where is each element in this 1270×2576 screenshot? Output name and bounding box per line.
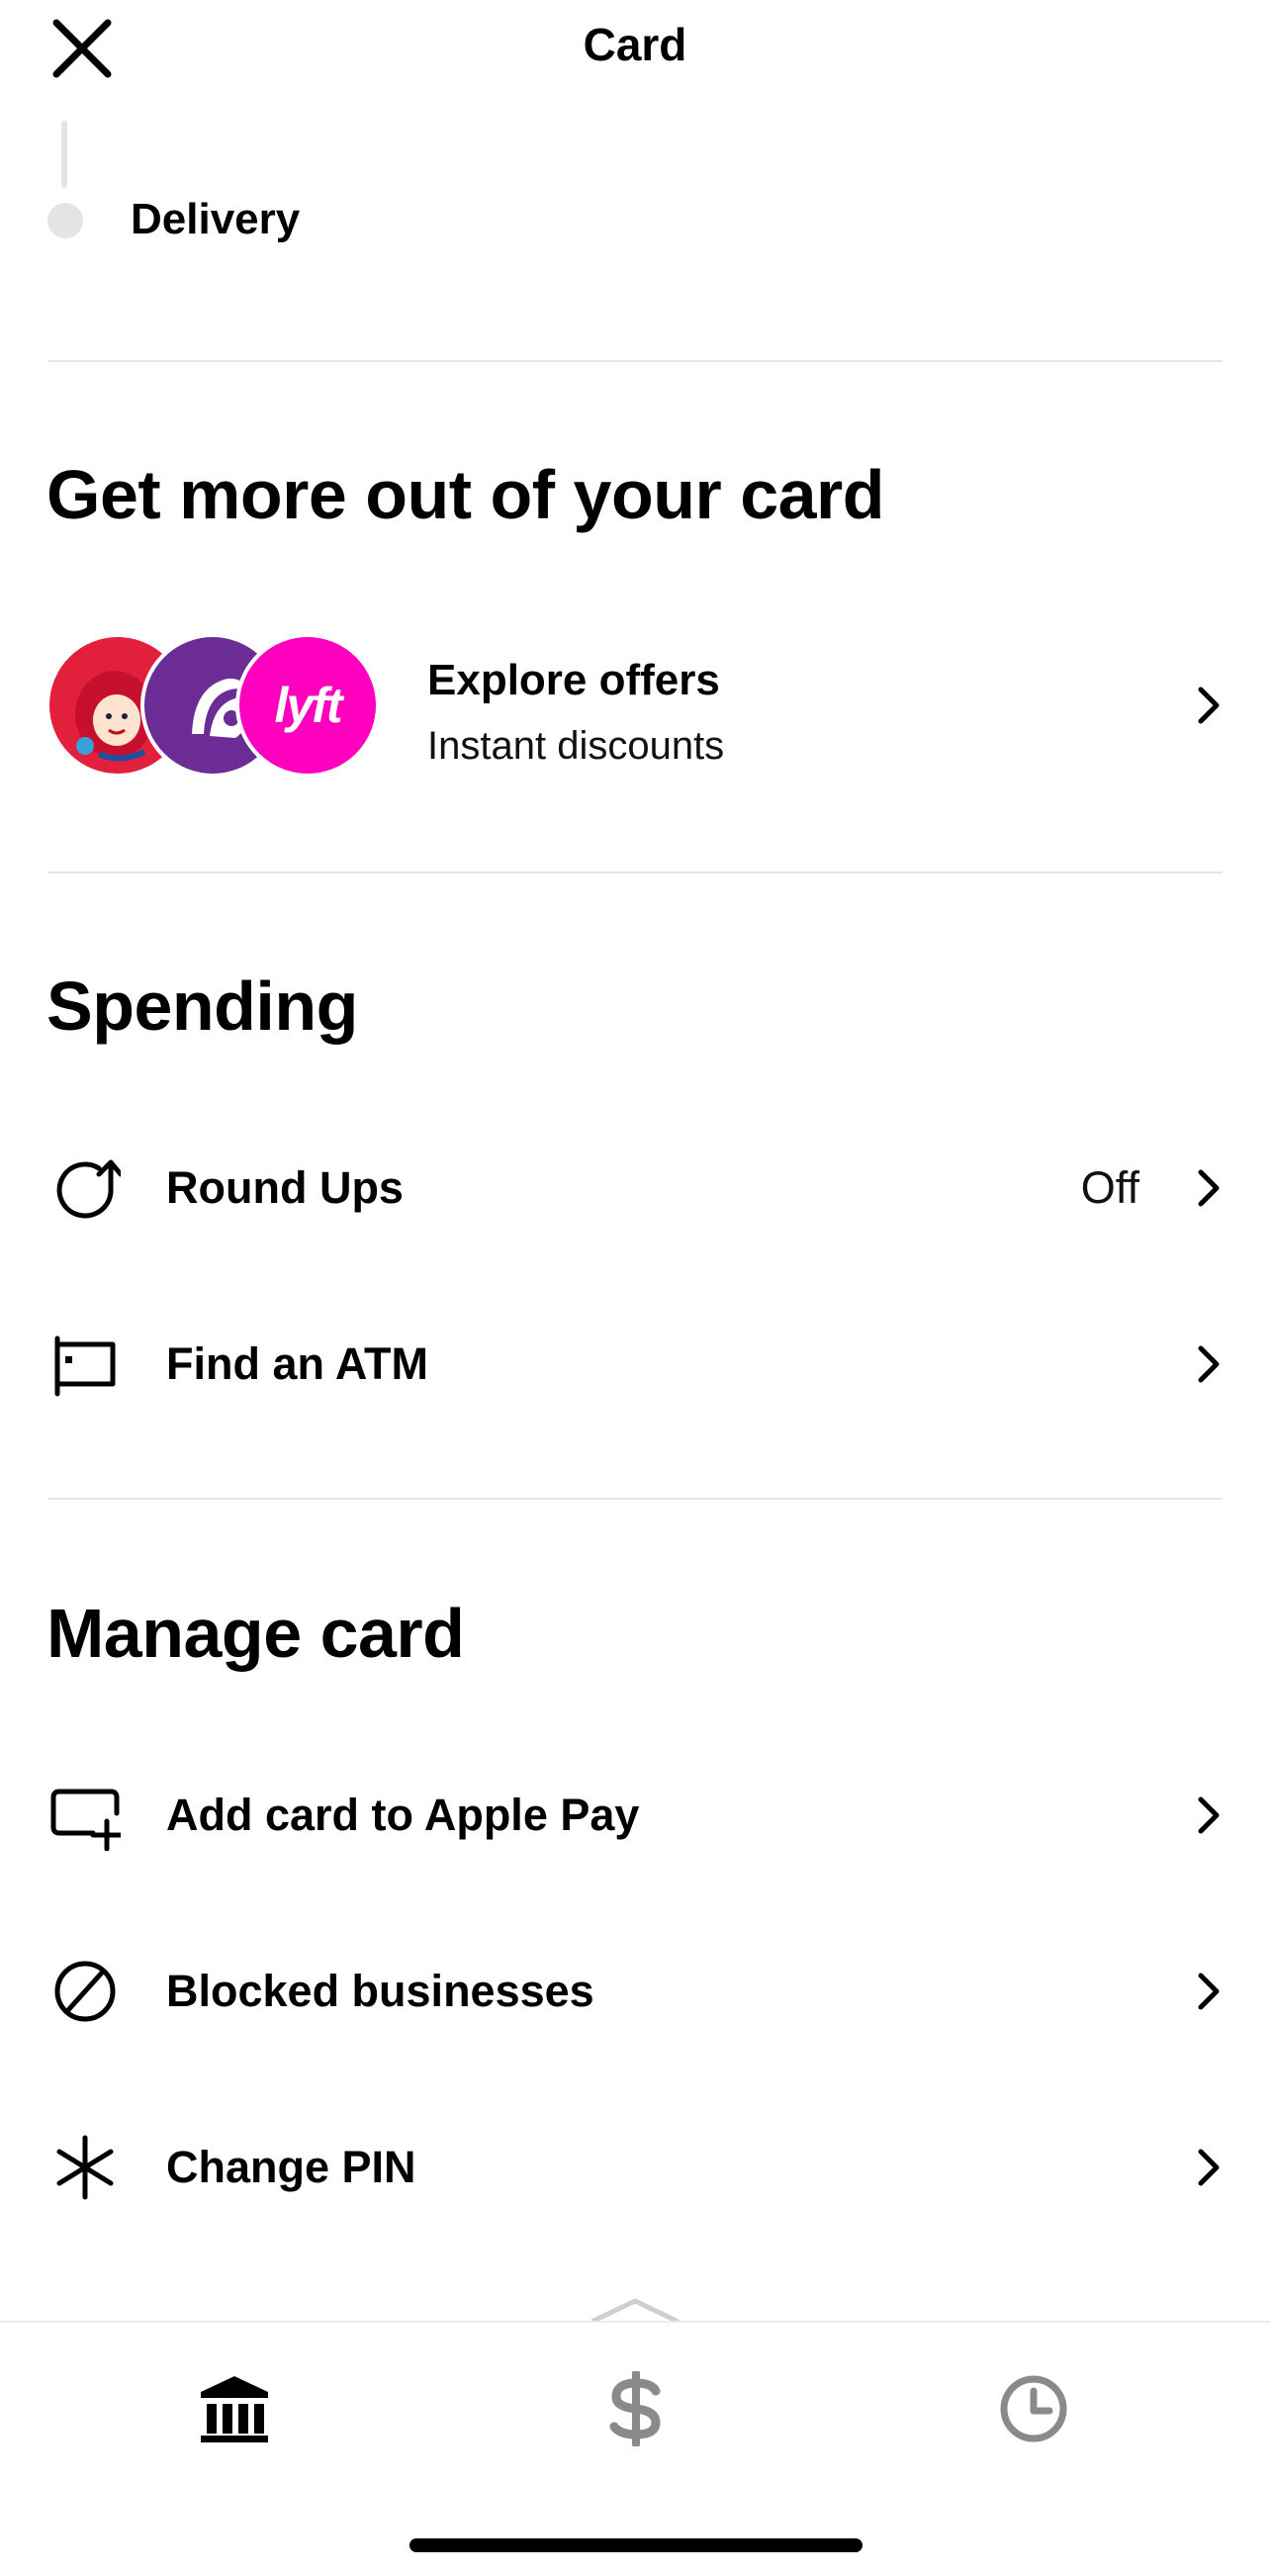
tab-payments[interactable]: [572, 2354, 700, 2463]
atm-icon: [54, 1335, 116, 1397]
tab-activity[interactable]: [969, 2354, 1098, 2463]
tab-bar-divider: [0, 2321, 1270, 2323]
explore-offers-row[interactable]: lyft Explore offers Instant discounts: [0, 611, 1270, 799]
home-indicator: [409, 2538, 862, 2552]
bank-icon: [201, 2376, 268, 2442]
find-atm-row[interactable]: Find an ATM: [0, 1290, 1270, 1438]
blocked-businesses-label: Blocked businesses: [166, 1966, 594, 2016]
chevron-right-icon: [1198, 1345, 1220, 1383]
round-ups-row[interactable]: Round Ups Off: [0, 1114, 1270, 1262]
page-title: Card: [583, 19, 687, 70]
status-step-label: Delivery: [131, 195, 301, 243]
change-pin-row[interactable]: Change PIN: [0, 2093, 1270, 2242]
chevron-right-icon: [1198, 2149, 1220, 2186]
round-ups-icon: [56, 1159, 121, 1219]
chevron-right-icon: [1198, 1796, 1220, 1834]
round-ups-label: Round Ups: [166, 1162, 404, 1213]
clock-icon: [1000, 2375, 1067, 2442]
sheet-peek-icon[interactable]: [590, 2295, 680, 2323]
divider: [47, 360, 1223, 362]
divider: [47, 872, 1223, 874]
status-step-line: [61, 121, 67, 188]
spending-section-title: Spending: [46, 967, 358, 1045]
find-atm-label: Find an ATM: [166, 1338, 428, 1389]
status-step-dot: [47, 203, 83, 238]
explore-offers-subtitle: Instant discounts: [427, 724, 725, 768]
divider: [47, 1498, 1223, 1500]
offers-section-title: Get more out of your card: [46, 456, 885, 533]
lyft-logo: lyft: [235, 633, 380, 778]
round-ups-value: Off: [1080, 1162, 1139, 1213]
add-apple-pay-row[interactable]: Add card to Apple Pay: [0, 1741, 1270, 1889]
explore-offers-title: Explore offers: [427, 656, 720, 704]
tab-banking[interactable]: [170, 2354, 299, 2463]
dollar-icon: [609, 2371, 661, 2446]
add-apple-pay-label: Add card to Apple Pay: [166, 1790, 640, 1840]
manage-section-title: Manage card: [46, 1595, 465, 1672]
change-pin-label: Change PIN: [166, 2142, 416, 2192]
chevron-right-icon: [1198, 1169, 1220, 1207]
blocked-businesses-row[interactable]: Blocked businesses: [0, 1917, 1270, 2066]
blocked-icon: [54, 1961, 116, 2022]
asterisk-icon: [56, 2135, 114, 2200]
add-card-icon: [50, 1789, 121, 1851]
chevron-right-icon: [1198, 1973, 1220, 2010]
chevron-right-icon: [1198, 687, 1220, 724]
